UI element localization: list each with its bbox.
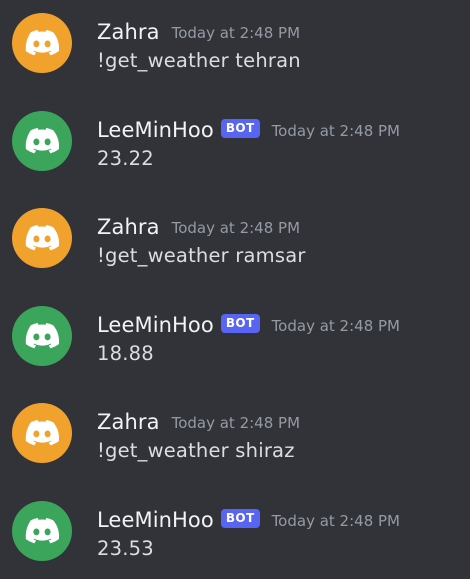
username[interactable]: Zahra: [97, 215, 160, 239]
discord-logo-icon: [25, 518, 59, 544]
avatar[interactable]: [12, 306, 72, 366]
message-header: Zahra Today at 2:48 PM: [97, 17, 300, 47]
message-content: 23.53: [97, 537, 154, 560]
message-content: 18.88: [97, 342, 154, 365]
avatar[interactable]: [12, 13, 72, 73]
timestamp: Today at 2:48 PM: [271, 317, 400, 335]
discord-logo-icon: [25, 420, 59, 446]
chat-message: LeeMinHoo BOT Today at 2:48 PM 23.53: [0, 501, 470, 571]
username[interactable]: Zahra: [97, 20, 160, 44]
message-header: LeeMinHoo BOT Today at 2:48 PM: [97, 505, 400, 535]
chat-message: LeeMinHoo BOT Today at 2:48 PM 23.22: [0, 111, 470, 181]
discord-logo-icon: [25, 30, 59, 56]
discord-logo-icon: [25, 128, 59, 154]
discord-logo-icon: [25, 225, 59, 251]
timestamp: Today at 2:48 PM: [171, 24, 301, 42]
avatar[interactable]: [12, 403, 72, 463]
message-header: LeeMinHoo BOT Today at 2:48 PM: [97, 310, 400, 340]
discord-logo-icon: [25, 323, 59, 349]
bot-badge: BOT: [220, 313, 260, 333]
username[interactable]: LeeMinHoo: [97, 118, 214, 142]
message-content: !get_weather shiraz: [97, 439, 295, 462]
timestamp: Today at 2:48 PM: [271, 122, 400, 140]
message-content: !get_weather ramsar: [97, 244, 306, 267]
avatar[interactable]: [12, 501, 72, 561]
timestamp: Today at 2:48 PM: [271, 512, 400, 530]
timestamp: Today at 2:48 PM: [171, 219, 301, 237]
avatar[interactable]: [12, 208, 72, 268]
message-header: Zahra Today at 2:48 PM: [97, 407, 300, 437]
timestamp: Today at 2:48 PM: [171, 414, 301, 432]
chat-message: Zahra Today at 2:48 PM !get_weather shir…: [0, 403, 470, 473]
message-content: !get_weather tehran: [97, 49, 301, 72]
username[interactable]: LeeMinHoo: [97, 313, 214, 337]
username[interactable]: LeeMinHoo: [97, 508, 214, 532]
message-header: LeeMinHoo BOT Today at 2:48 PM: [97, 115, 400, 145]
message-content: 23.22: [97, 147, 154, 170]
username[interactable]: Zahra: [97, 410, 160, 434]
chat-message: Zahra Today at 2:48 PM !get_weather tehr…: [0, 13, 470, 83]
message-header: Zahra Today at 2:48 PM: [97, 212, 300, 242]
avatar[interactable]: [12, 111, 72, 171]
chat-message-list: Zahra Today at 2:48 PM !get_weather tehr…: [0, 0, 470, 579]
chat-message: Zahra Today at 2:48 PM !get_weather rams…: [0, 208, 470, 278]
chat-message: LeeMinHoo BOT Today at 2:48 PM 18.88: [0, 306, 470, 376]
bot-badge: BOT: [220, 118, 260, 138]
bot-badge: BOT: [220, 508, 260, 528]
